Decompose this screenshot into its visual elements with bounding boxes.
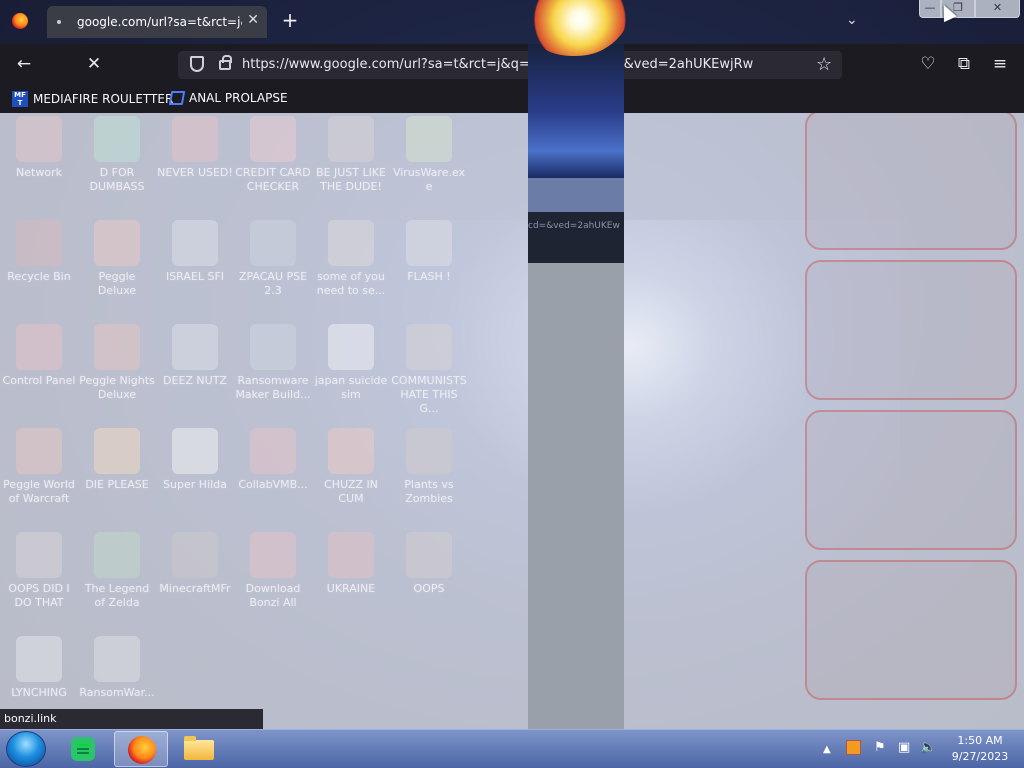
- start-button[interactable]: [6, 731, 46, 767]
- mediafire-icon: MF T: [12, 91, 28, 107]
- taskbar-firefox[interactable]: [114, 731, 168, 767]
- volume-icon[interactable]: 🔈: [920, 740, 936, 755]
- chevron-down-icon[interactable]: ⌄: [846, 12, 858, 28]
- glitch-band: [528, 178, 624, 212]
- folder-icon: [184, 736, 214, 760]
- taskbar-explorer[interactable]: [172, 731, 226, 767]
- clock-date: 9/27/2023: [951, 750, 1009, 763]
- close-window-button[interactable]: ✕: [975, 0, 1020, 18]
- lock-icon[interactable]: [219, 55, 232, 70]
- bookmark-label: MEDIAFIRE ROULETTER: [33, 92, 174, 106]
- status-link: bonzi.link: [0, 709, 263, 729]
- action-center-flag-icon[interactable]: ⚑: [874, 740, 886, 755]
- address-bar[interactable]: https://www.google.com/url?sa=t&rct=j&q=…: [178, 51, 842, 79]
- loading-indicator-icon: [57, 20, 61, 24]
- bookmark-label: ANAL PROLAPSE: [189, 91, 288, 105]
- tab-active[interactable]: google.com/url?sa=t&rct=j&q= ✕: [47, 6, 267, 38]
- clock-time: 1:50 AM: [957, 734, 1003, 747]
- firefox-icon[interactable]: [12, 13, 28, 29]
- bookmark-mediafire[interactable]: MF T MEDIAFIRE ROULETTER: [12, 91, 173, 107]
- notes-icon: [71, 737, 95, 761]
- bookmark-star-icon[interactable]: ☆: [816, 54, 832, 75]
- stop-loading-button[interactable]: ✕: [82, 53, 106, 77]
- tracking-shield-icon[interactable]: [190, 56, 204, 72]
- tab-title: google.com/url?sa=t&rct=j&q=: [77, 15, 242, 29]
- firefox-icon: [128, 736, 156, 764]
- system-clock[interactable]: 1:50 AM 9/27/2023: [948, 733, 1012, 765]
- back-button[interactable]: ←: [12, 53, 36, 77]
- glitch-url-fragment: cd=&ved=2ahUKEw: [528, 212, 624, 263]
- taskbar-notes-app[interactable]: [58, 731, 112, 767]
- system-monitor-widget: [795, 110, 1023, 700]
- bookmark-second[interactable]: ANAL PROLAPSE: [168, 91, 288, 105]
- new-tab-button[interactable]: +: [278, 8, 302, 32]
- tray-app-icon[interactable]: [846, 740, 861, 755]
- bookmark-sigma-icon: [168, 91, 186, 105]
- network-icon[interactable]: ▣: [898, 740, 910, 755]
- pocket-icon[interactable]: ♡: [916, 53, 940, 77]
- extensions-icon[interactable]: ⧉: [952, 53, 976, 77]
- bookmarks-bar: MF T MEDIAFIRE ROULETTER ANAL PROLAPSE: [0, 86, 1024, 113]
- close-tab-icon[interactable]: ✕: [247, 12, 259, 28]
- menu-hamburger-icon[interactable]: ≡: [988, 53, 1012, 77]
- show-hidden-icons[interactable]: ▲: [823, 744, 831, 755]
- glitch-image-fragment: [528, 44, 624, 178]
